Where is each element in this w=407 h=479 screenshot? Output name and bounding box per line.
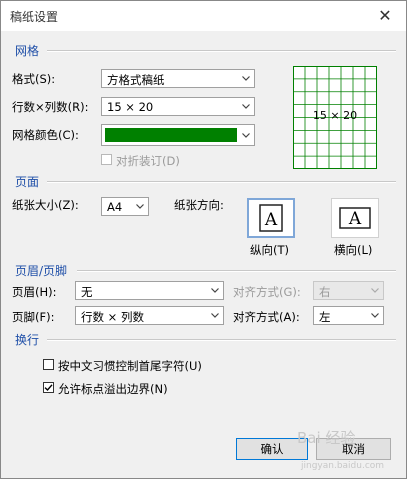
style-select-value: 方格式稿纸 bbox=[107, 73, 165, 87]
style-select[interactable]: 方格式稿纸 bbox=[101, 69, 255, 88]
grid-section-heading: 网格 bbox=[15, 44, 40, 58]
footer-select[interactable]: 行数 × 列数 bbox=[75, 306, 224, 325]
page-section-divider bbox=[47, 181, 396, 183]
punctuation-overflow-checkbox[interactable] bbox=[43, 382, 54, 393]
paper-size-select[interactable]: A4 bbox=[101, 197, 149, 216]
grid-color-swatch bbox=[105, 128, 237, 142]
chevron-down-icon bbox=[211, 288, 219, 293]
wrap-section-heading: 换行 bbox=[15, 333, 40, 347]
header-align-label: 对齐方式(G): bbox=[233, 285, 301, 299]
page-section-heading: 页面 bbox=[15, 175, 40, 189]
chinese-rules-checkbox[interactable] bbox=[43, 359, 54, 370]
footer-select-value: 行数 × 列数 bbox=[81, 310, 144, 324]
dialog-body: 网格 格式(S): 方格式稿纸 行数×列数(R): 15 × 20 网格颜色(C… bbox=[1, 31, 406, 478]
fold-binding-checkbox[interactable] bbox=[101, 154, 112, 165]
chinese-rules-label: 按中文习惯控制首尾字符(U) bbox=[58, 359, 202, 373]
chevron-down-icon bbox=[242, 104, 250, 109]
style-label: 格式(S): bbox=[12, 72, 56, 86]
chevron-down-icon bbox=[371, 288, 379, 293]
portrait-glyph: A bbox=[264, 210, 278, 230]
close-icon[interactable]: ✕ bbox=[373, 5, 397, 27]
watermark-logo: Bai 经验 bbox=[297, 429, 356, 447]
watermark-url: jingyan.baidu.com bbox=[301, 461, 385, 471]
punctuation-overflow-label: 允许标点溢出边界(N) bbox=[58, 382, 168, 396]
paper-size-label: 纸张大小(Z): bbox=[12, 198, 79, 212]
header-select[interactable]: 无 bbox=[75, 281, 224, 300]
title-bar: 稿纸设置 ✕ bbox=[1, 1, 406, 31]
paper-size-value: A4 bbox=[107, 200, 123, 214]
header-align-value: 右 bbox=[319, 285, 331, 299]
header-align-select[interactable]: 右 bbox=[313, 281, 384, 300]
grid-preview-label: 15 × 20 bbox=[313, 109, 357, 122]
landscape-button[interactable]: A bbox=[331, 198, 379, 238]
wrap-section-divider bbox=[47, 339, 396, 341]
grid-color-select[interactable] bbox=[101, 124, 255, 146]
page-setup-dialog: 稿纸设置 ✕ 网格 格式(S): 方格式稿纸 行数×列数(R): 15 × 20… bbox=[0, 0, 407, 479]
landscape-page-icon: A bbox=[339, 207, 371, 229]
footer-label: 页脚(F): bbox=[12, 310, 55, 324]
grid-preview: 15 × 20 bbox=[293, 66, 377, 169]
header-select-value: 无 bbox=[81, 285, 93, 299]
checkmark-icon bbox=[44, 384, 53, 392]
chevron-down-icon bbox=[211, 313, 219, 318]
chevron-down-icon bbox=[242, 133, 250, 138]
footer-align-value: 左 bbox=[319, 310, 331, 324]
portrait-label: 纵向(T) bbox=[250, 243, 289, 257]
header-footer-section-divider bbox=[77, 270, 396, 272]
footer-align-select[interactable]: 左 bbox=[313, 306, 384, 325]
footer-align-label: 对齐方式(A): bbox=[233, 310, 300, 324]
landscape-label: 横向(L) bbox=[334, 243, 373, 257]
portrait-page-icon: A bbox=[259, 204, 283, 232]
header-footer-section-heading: 页眉/页脚 bbox=[15, 264, 68, 278]
chevron-down-icon bbox=[371, 313, 379, 318]
header-label: 页眉(H): bbox=[12, 285, 57, 299]
dialog-title: 稿纸设置 bbox=[10, 10, 59, 24]
chevron-down-icon bbox=[242, 76, 250, 81]
orientation-label: 纸张方向: bbox=[174, 198, 224, 212]
grid-section-divider bbox=[47, 50, 396, 52]
landscape-glyph: A bbox=[348, 209, 362, 229]
portrait-button[interactable]: A bbox=[247, 198, 295, 238]
grid-color-label: 网格颜色(C): bbox=[12, 128, 79, 142]
rowcol-select[interactable]: 15 × 20 bbox=[101, 97, 255, 116]
chevron-down-icon bbox=[136, 204, 144, 209]
rowcol-label: 行数×列数(R): bbox=[12, 100, 89, 114]
rowcol-select-value: 15 × 20 bbox=[107, 100, 154, 114]
fold-binding-label: 对折装订(D) bbox=[116, 154, 180, 168]
